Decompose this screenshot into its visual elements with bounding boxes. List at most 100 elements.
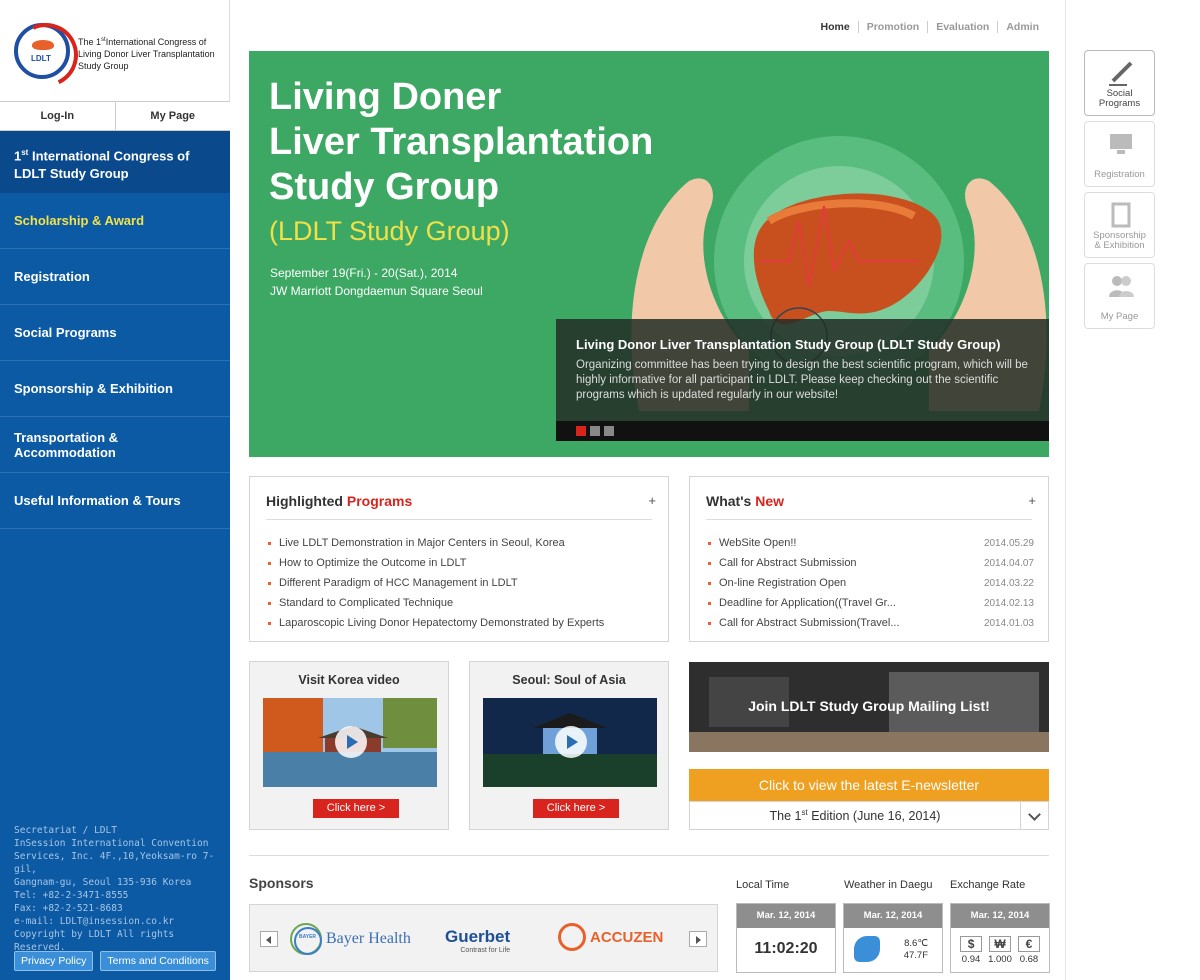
bullet-icon xyxy=(268,581,271,585)
more-button[interactable]: + xyxy=(648,493,656,508)
list-item[interactable]: Laparoscopic Living Donor Hepatectomy De… xyxy=(268,613,654,633)
sponsor-tagline: Contrast for Life xyxy=(460,947,511,954)
terms-button[interactable]: Terms and Conditions xyxy=(100,951,216,971)
bullet-icon xyxy=(708,541,711,545)
document-icon xyxy=(1111,202,1131,228)
quick-label-2: Programs xyxy=(1098,98,1141,109)
address-line: e-mail: LDLT@insession.co.kr xyxy=(14,916,175,927)
weather-widget: Mar. 12, 2014 8.6℃ 47.7F xyxy=(843,903,943,973)
play-icon[interactable] xyxy=(335,726,367,758)
won-icon: ₩ xyxy=(988,936,1011,952)
hero-caption-title: Living Donor Liver Transplantation Study… xyxy=(576,337,1001,352)
hero-banner[interactable]: Living Doner Liver Transplantation Study… xyxy=(249,51,1049,457)
quick-label-1: My Page xyxy=(1100,311,1139,322)
address-line: Tel: +82-2-3471-8555 xyxy=(14,890,129,901)
list-item[interactable]: Live LDLT Demonstration in Major Centers… xyxy=(268,533,654,553)
edition-prefix: The 1 xyxy=(769,809,802,824)
edition-select[interactable]: The 1st Edition (June 16, 2014) xyxy=(689,801,1049,830)
login-button[interactable]: Log-In xyxy=(0,102,116,130)
nav-item-scholarship[interactable]: Scholarship & Award xyxy=(0,193,230,249)
nav-item-useful-info[interactable]: Useful Information & Tours xyxy=(0,473,230,529)
slide-dot[interactable] xyxy=(576,426,586,436)
enewsletter-banner[interactable]: Click to view the latest E-newsletter xyxy=(689,769,1049,801)
nav-item-sponsorship[interactable]: Sponsorship & Exhibition xyxy=(0,361,230,417)
list-item[interactable]: Standard to Complicated Technique xyxy=(268,593,654,613)
local-time-value: 11:02:20 xyxy=(754,940,818,957)
top-nav-evaluation[interactable]: Evaluation xyxy=(927,21,997,33)
news-list: WebSite Open!! 2014.05.29 Call for Abstra… xyxy=(708,533,1034,633)
sponsor-guerbet[interactable]: Guerbet Contrast for Life xyxy=(445,927,510,954)
news-item[interactable]: On-line Registration Open 2014.03.22 xyxy=(708,573,1034,593)
main-nav: Scholarship & Award Registration Social … xyxy=(0,193,230,529)
divider xyxy=(706,519,1032,520)
top-nav-promotion[interactable]: Promotion xyxy=(857,21,928,33)
slide-dot[interactable] xyxy=(590,426,600,436)
news-date: 2014.02.13 xyxy=(983,597,1034,609)
quick-menu: Social Programs Registration Sponsorship &… xyxy=(1084,50,1155,334)
nav-item-transportation[interactable]: Transportation & Accommodation xyxy=(0,417,230,473)
nav-item-social-programs[interactable]: Social Programs xyxy=(0,305,230,361)
list-item-title: Different Paradigm of HCC Management in … xyxy=(279,577,518,589)
visit-korea-video-card: Visit Korea video Click here > xyxy=(249,661,449,830)
play-icon[interactable] xyxy=(555,726,587,758)
bullet-icon xyxy=(268,561,271,565)
news-item[interactable]: Call for Abstract Submission 2014.04.07 xyxy=(708,553,1034,573)
panel-title-b: Programs xyxy=(346,493,413,509)
list-item-title: Laparoscopic Living Donor Hepatectomy De… xyxy=(279,617,605,629)
list-item-title: Live LDLT Demonstration in Major Centers… xyxy=(279,537,565,549)
chevron-left-icon[interactable] xyxy=(260,931,278,947)
news-date: 2014.05.29 xyxy=(983,537,1034,549)
secretariat-address: Secretariat / LDLT InSession Internation… xyxy=(14,824,224,954)
quick-social-programs[interactable]: Social Programs xyxy=(1084,50,1155,116)
list-item[interactable]: How to Optimize the Outcome in LDLT xyxy=(268,553,654,573)
quick-sponsorship[interactable]: Sponsorship & Exhibition xyxy=(1084,192,1155,258)
accuzen-logo-icon xyxy=(558,923,586,951)
sponsor-name: Bayer Health xyxy=(326,930,411,947)
mailing-list-banner[interactable]: Join LDLT Study Group Mailing List! xyxy=(689,662,1049,752)
nav-head[interactable]: 1st International Congress of LDLT Study… xyxy=(0,131,230,193)
quick-registration[interactable]: Registration xyxy=(1084,121,1155,187)
address-line: InSession International Convention xyxy=(14,838,209,849)
news-item[interactable]: Deadline for Application((Travel Gr... 20… xyxy=(708,593,1034,613)
bullet-icon xyxy=(268,601,271,605)
chevron-right-icon[interactable] xyxy=(689,931,707,947)
list-item-title: How to Optimize the Outcome in LDLT xyxy=(279,557,467,569)
mailing-label: Join LDLT Study Group Mailing List! xyxy=(748,698,990,714)
main-content: Home Promotion Evaluation Admin Living D… xyxy=(230,0,1066,980)
slide-dot[interactable] xyxy=(604,426,614,436)
privacy-policy-button[interactable]: Privacy Policy xyxy=(14,951,94,971)
ldlt-logo[interactable]: LDLT xyxy=(14,23,70,79)
nav-item-registration[interactable]: Registration xyxy=(0,249,230,305)
exchange-widget: Mar. 12, 2014 $0.94 ₩1.000 €0.68 xyxy=(950,903,1050,973)
address-line: Fax: +82-2-521-8683 xyxy=(14,903,123,914)
bullet-icon xyxy=(708,621,711,625)
panel-title-a: Highlighted xyxy=(266,493,347,509)
top-nav: Home Promotion Evaluation Admin xyxy=(813,21,1047,33)
local-time-widget: Mar. 12, 2014 11:02:20 xyxy=(736,903,836,973)
video-click-button[interactable]: Click here > xyxy=(533,799,619,818)
top-nav-admin[interactable]: Admin xyxy=(997,21,1047,33)
more-button[interactable]: + xyxy=(1028,493,1036,508)
hero-subtitle: (LDLT Study Group) xyxy=(269,216,510,246)
logo-area[interactable]: LDLT The 1stInternational Congress of Li… xyxy=(0,0,230,101)
video-thumbnail[interactable] xyxy=(483,698,657,787)
rain-umbrella-icon xyxy=(854,936,880,962)
list-item[interactable]: Different Paradigm of HCC Management in … xyxy=(268,573,654,593)
address-line: Gangnam-gu, Seoul 135-936 Korea xyxy=(14,877,192,888)
chevron-down-icon[interactable] xyxy=(1020,802,1048,829)
mypage-button[interactable]: My Page xyxy=(116,102,231,130)
rate-value: 0.68 xyxy=(1019,954,1039,965)
quick-my-page[interactable]: My Page xyxy=(1084,263,1155,329)
video-thumbnail[interactable] xyxy=(263,698,437,787)
address-line: Secretariat / LDLT xyxy=(14,825,117,836)
top-nav-home[interactable]: Home xyxy=(813,21,858,33)
bullet-icon xyxy=(708,581,711,585)
whats-new-panel: What's New + WebSite Open!! 2014.05.29 Ca… xyxy=(689,476,1049,642)
news-date: 2014.01.03 xyxy=(983,617,1034,629)
news-item[interactable]: Call for Abstract Submission(Travel... 20… xyxy=(708,613,1034,633)
sponsor-accuzen[interactable]: ACCUZEN xyxy=(558,923,663,951)
news-item[interactable]: WebSite Open!! 2014.05.29 xyxy=(708,533,1034,553)
news-title: Call for Abstract Submission xyxy=(719,557,857,569)
video-click-button[interactable]: Click here > xyxy=(313,799,399,818)
local-time-label: Local Time xyxy=(736,879,790,891)
